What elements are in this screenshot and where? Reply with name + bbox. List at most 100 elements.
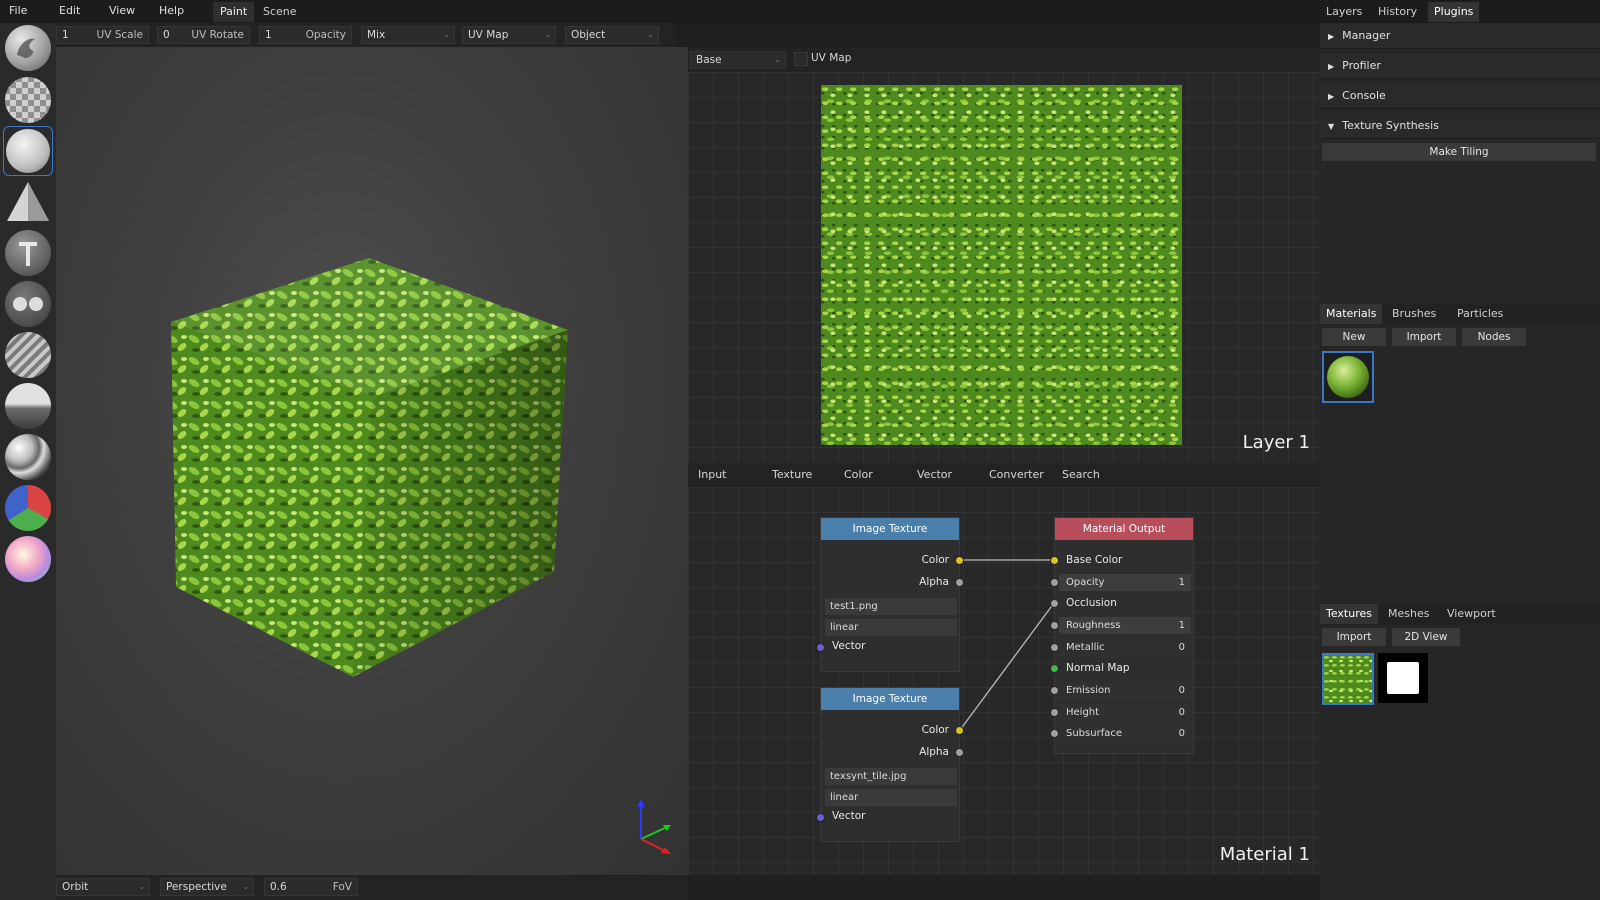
fill-tool-icon[interactable] (3, 126, 53, 176)
vector-input-socket[interactable] (816, 813, 825, 822)
import-texture-button[interactable]: Import (1322, 628, 1386, 646)
node-title: Image Texture (821, 518, 959, 540)
opacity-slider[interactable]: Opacity 1 (1059, 574, 1191, 591)
uv-map-select[interactable]: UV Map ⌄ (462, 26, 556, 44)
occlusion-input-socket[interactable] (1050, 599, 1059, 608)
node-editor-canvas[interactable]: Image Texture Color Alpha test1.png line… (688, 487, 1320, 875)
nodes-button[interactable]: Nodes (1462, 328, 1526, 346)
textures-tabbar: Textures Meshes Viewport (1320, 603, 1600, 625)
image-file-select[interactable]: test1.png (825, 598, 957, 615)
texture-thumb-white[interactable] (1378, 653, 1428, 703)
fov-field[interactable]: 0.6 FoV (264, 878, 358, 896)
picker-tool-icon[interactable] (5, 536, 51, 582)
node-menu-color[interactable]: Color (844, 468, 873, 481)
section-label: Manager (1342, 29, 1391, 42)
letter-t-icon (19, 242, 37, 266)
tab-history[interactable]: History (1372, 2, 1423, 22)
output-alpha-label: Alpha (919, 746, 949, 758)
emission-input-socket[interactable] (1050, 686, 1059, 695)
smudge-tool-icon[interactable] (5, 383, 51, 429)
image-texture-node-1[interactable]: Image Texture Color Alpha test1.png line… (816, 517, 964, 672)
image-texture-node-2[interactable]: Image Texture Color Alpha texsynt_tile.j… (816, 687, 964, 842)
plugin-section-profiler[interactable]: ▶ Profiler (1320, 53, 1600, 79)
make-tiling-button[interactable]: Make Tiling (1322, 143, 1596, 161)
subsurface-slider[interactable]: Subsurface 0 (1059, 725, 1191, 742)
text-tool-icon[interactable] (5, 230, 51, 276)
grass-texture-preview (821, 85, 1182, 445)
tab-viewport[interactable]: Viewport (1441, 604, 1502, 624)
object-select[interactable]: Object ⌄ (565, 26, 659, 44)
tab-brushes[interactable]: Brushes (1386, 304, 1442, 324)
tab-paint[interactable]: Paint (213, 2, 255, 22)
image-file-select[interactable]: texsynt_tile.jpg (825, 768, 957, 785)
menu-view[interactable]: View (109, 4, 135, 17)
texture-2d-view[interactable]: Layer 1 (688, 72, 1320, 463)
alpha-output-socket[interactable] (955, 578, 964, 587)
channel-select[interactable]: Base ⌄ (690, 51, 786, 69)
brush-tool-icon[interactable] (5, 25, 51, 71)
material-slot-1[interactable] (1322, 351, 1374, 403)
camera-type-select[interactable]: Perspective ⌄ (160, 878, 254, 896)
base-color-input-socket[interactable] (1050, 556, 1059, 565)
new-material-button[interactable]: New (1322, 328, 1386, 346)
texture-thumb-grass[interactable] (1322, 653, 1374, 705)
interpolation-select[interactable]: linear (825, 619, 957, 636)
colorid-tool-icon[interactable] (5, 485, 51, 531)
node-menu-input[interactable]: Input (698, 468, 726, 481)
channel-value: Base (696, 54, 722, 66)
color-output-socket[interactable] (955, 556, 964, 565)
plugin-section-manager[interactable]: ▶ Manager (1320, 23, 1600, 49)
triangle-right-icon: ▶ (1328, 92, 1335, 101)
menu-edit[interactable]: Edit (59, 4, 80, 17)
uv-scale-field[interactable]: 1 UV Scale (56, 26, 149, 44)
emission-value: 0 (1178, 685, 1185, 696)
3d-viewport[interactable] (56, 47, 688, 875)
material-output-node[interactable]: Material Output Base Color Opacity 1 Occl… (1050, 517, 1194, 754)
metallic-slider[interactable]: Metallic 0 (1059, 639, 1191, 656)
normal-map-input-socket[interactable] (1050, 664, 1059, 673)
roughness-input-socket[interactable] (1050, 621, 1059, 630)
metallic-input-socket[interactable] (1050, 643, 1059, 652)
clone-tool-icon[interactable] (5, 281, 51, 327)
tab-layers[interactable]: Layers (1320, 2, 1368, 22)
node-menu-converter[interactable]: Converter (989, 468, 1044, 481)
uv-map-checkbox[interactable] (794, 52, 808, 66)
roughness-slider[interactable]: Roughness 1 (1059, 617, 1191, 634)
node-menu-search[interactable]: Search (1062, 468, 1100, 481)
import-material-button[interactable]: Import (1392, 328, 1456, 346)
tab-plugins[interactable]: Plugins (1428, 2, 1480, 22)
plugin-section-texture-synthesis[interactable]: ▼ Texture Synthesis (1320, 113, 1600, 139)
height-slider[interactable]: Height 0 (1059, 704, 1191, 721)
height-label: Height (1066, 707, 1100, 718)
interpolation-select[interactable]: linear (825, 789, 957, 806)
tab-meshes[interactable]: Meshes (1382, 604, 1435, 624)
height-input-socket[interactable] (1050, 708, 1059, 717)
camera-type-value: Perspective (166, 881, 227, 893)
opacity-input-socket[interactable] (1050, 578, 1059, 587)
particle-tool-icon[interactable] (5, 434, 51, 480)
eraser-tool-icon[interactable] (5, 77, 51, 123)
tab-scene[interactable]: Scene (256, 2, 304, 22)
color-output-socket[interactable] (955, 726, 964, 735)
uv-rotate-field[interactable]: 0 UV Rotate (157, 26, 250, 44)
tab-particles[interactable]: Particles (1451, 304, 1509, 324)
node-menu-vector[interactable]: Vector (917, 468, 952, 481)
blur-tool-icon[interactable] (5, 332, 51, 378)
tool-options-bar: 1 UV Scale 0 UV Rotate 1 Opacity Mix ⌄ U… (56, 23, 676, 47)
tab-textures[interactable]: Textures (1320, 604, 1378, 624)
emission-slider[interactable]: Emission 0 (1059, 682, 1191, 699)
menu-help[interactable]: Help (159, 4, 184, 17)
subsurface-input-socket[interactable] (1050, 729, 1059, 738)
tab-materials[interactable]: Materials (1320, 304, 1383, 324)
plugin-section-console[interactable]: ▶ Console (1320, 83, 1600, 109)
vector-input-socket[interactable] (816, 643, 825, 652)
blend-mode-select[interactable]: Mix ⌄ (361, 26, 455, 44)
interpolation-value: linear (830, 622, 859, 633)
nav-mode-select[interactable]: Orbit ⌄ (56, 878, 150, 896)
opacity-field[interactable]: 1 Opacity (259, 26, 352, 44)
alpha-output-socket[interactable] (955, 748, 964, 757)
decal-tool-icon[interactable] (5, 179, 51, 225)
2d-view-button[interactable]: 2D View (1392, 628, 1460, 646)
menu-file[interactable]: File (9, 4, 27, 17)
node-menu-texture[interactable]: Texture (772, 468, 812, 481)
